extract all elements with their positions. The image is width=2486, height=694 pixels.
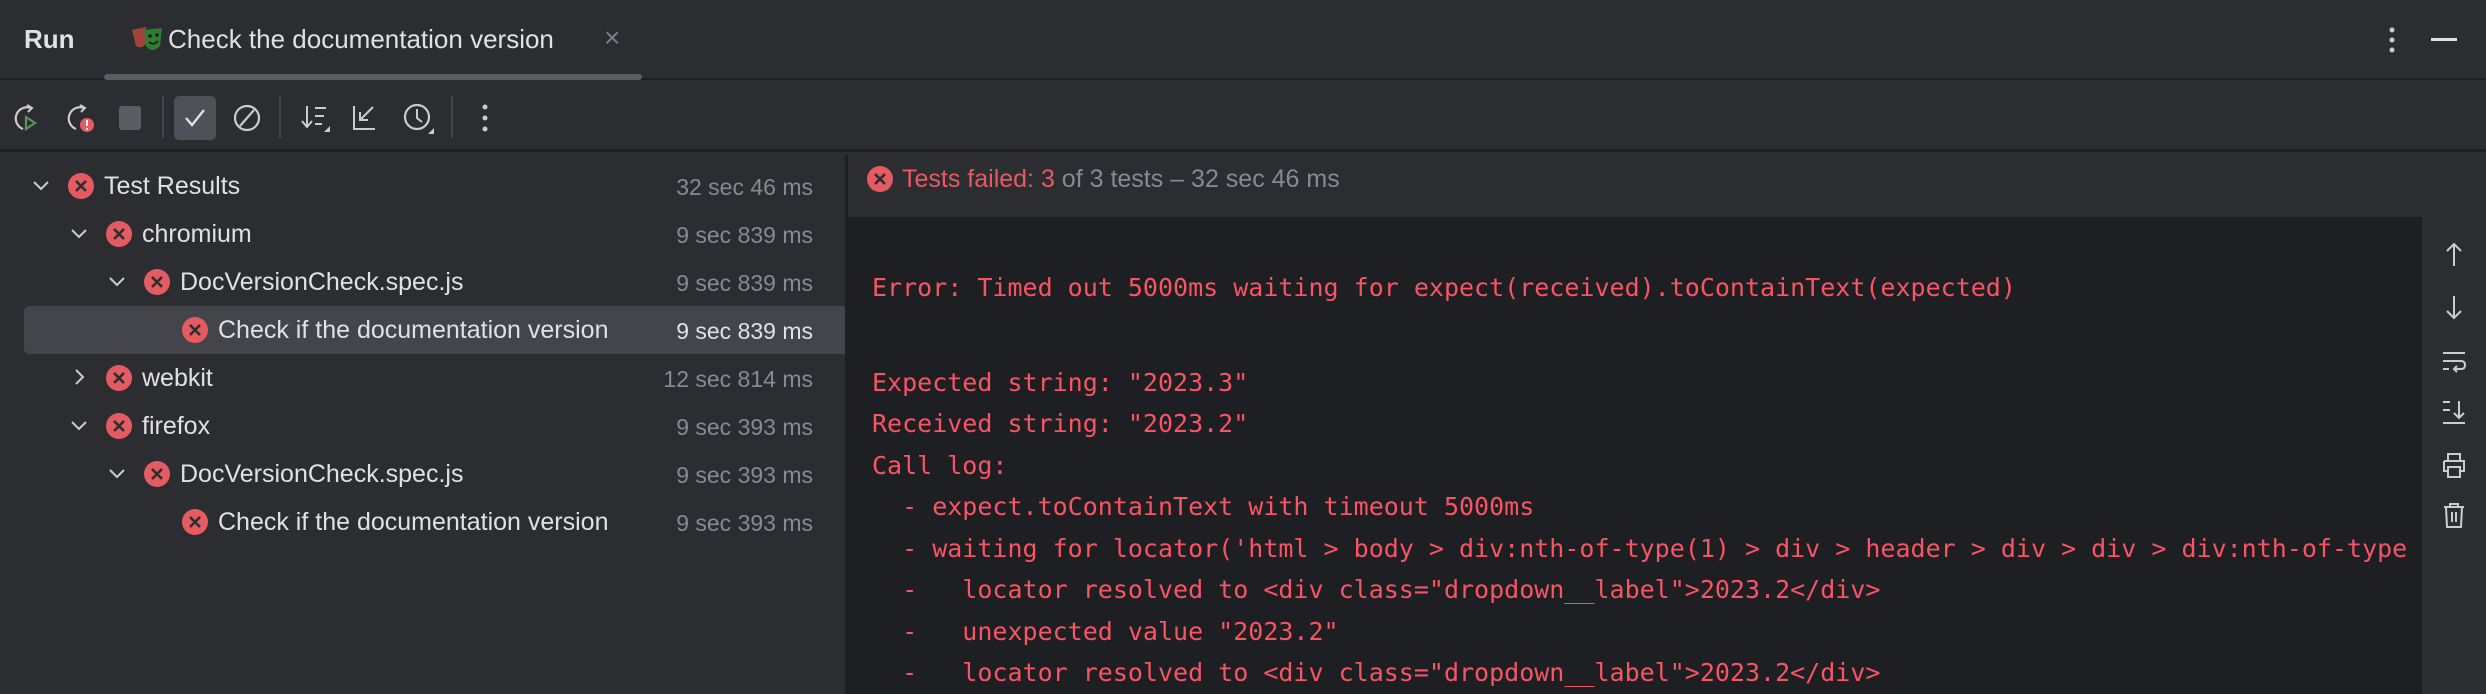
tree-node[interactable]: Check if the documentation version 9 sec … xyxy=(24,498,845,546)
test-status-bar: Tests failed: 3 of 3 tests – 32 sec 46 m… xyxy=(848,155,2486,217)
tree-node[interactable]: DocVersionCheck.spec.js 9 sec 839 ms xyxy=(24,258,845,306)
console-line: - unexpected value "2023.2" xyxy=(872,616,1339,646)
console-line: - waiting for locator('html > body > div… xyxy=(872,533,2408,563)
tree-node-duration: 32 sec 46 ms xyxy=(676,174,813,200)
tab-selected-indicator xyxy=(104,74,642,80)
tree-node-duration: 9 sec 839 ms xyxy=(676,270,813,296)
console-lines: Error: Timed out 5000ms waiting for expe… xyxy=(872,267,2407,694)
tree-node-label: Check if the documentation version xyxy=(218,316,609,344)
toolbar-separator xyxy=(279,96,281,138)
run-toolbar xyxy=(0,82,2486,152)
chevron-down-icon[interactable] xyxy=(68,414,90,436)
chevron-down-icon[interactable] xyxy=(68,222,90,244)
tree-node-duration: 9 sec 393 ms xyxy=(676,414,813,440)
console-actions xyxy=(2422,217,2486,694)
tool-window-title: Run xyxy=(24,24,75,54)
tree-node-label: webkit xyxy=(142,364,213,392)
tree-node[interactable]: firefox 9 sec 393 ms xyxy=(24,402,845,450)
test-failed-icon xyxy=(182,317,208,343)
tree-node[interactable]: DocVersionCheck.spec.js 9 sec 393 ms xyxy=(24,450,845,498)
console-line: - locator resolved to <div class="dropdo… xyxy=(872,575,1881,604)
tab-title: Check the documentation version xyxy=(168,24,554,54)
tree-node[interactable]: webkit 12 sec 814 ms xyxy=(24,354,845,402)
tree-node-label: Check if the documentation version xyxy=(218,508,609,536)
test-failed-icon xyxy=(68,173,94,199)
close-icon[interactable]: × xyxy=(604,22,620,54)
tree-node-label: chromium xyxy=(142,220,252,248)
toolbar-separator xyxy=(451,96,453,138)
tree-node-duration: 9 sec 839 ms xyxy=(676,222,813,248)
console-line: Error: Timed out 5000ms waiting for expe… xyxy=(872,273,2016,302)
tree-node[interactable]: Check if the documentation version 9 sec … xyxy=(24,306,845,354)
tree-node-duration: 9 sec 839 ms xyxy=(676,318,813,344)
tree-node-duration: 12 sec 814 ms xyxy=(663,366,813,392)
error-icon xyxy=(867,166,893,192)
console-line: Expected string: "2023.3" xyxy=(872,367,1249,397)
chevron-down-icon[interactable] xyxy=(30,174,52,196)
show-passed-toggle[interactable] xyxy=(174,96,216,140)
rerun-failed-icon[interactable] xyxy=(61,99,99,137)
tree-node-label: Test Results xyxy=(104,172,241,200)
chevron-down-icon[interactable] xyxy=(106,270,128,292)
status-failed-count: Tests failed: 3 xyxy=(902,165,1055,193)
trash-icon[interactable] xyxy=(2440,501,2468,529)
test-failed-icon xyxy=(144,269,170,295)
tab-check-documentation-version[interactable]: Check the documentation version × xyxy=(104,0,642,80)
chevron-right-icon[interactable] xyxy=(68,366,90,388)
console-line: - locator resolved to <div class="dropdo… xyxy=(872,658,1881,687)
more-icon[interactable] xyxy=(466,99,504,137)
tree-node[interactable]: chromium 9 sec 839 ms xyxy=(24,210,845,258)
soft-wrap-icon[interactable] xyxy=(2440,348,2468,376)
minimize-icon[interactable] xyxy=(2431,38,2457,41)
test-failed-icon xyxy=(106,413,132,439)
console-line: Received string: "2023.2" xyxy=(872,409,1249,438)
print-icon[interactable] xyxy=(2440,451,2468,479)
tree-node-label: DocVersionCheck.spec.js xyxy=(180,460,464,488)
scroll-to-end-icon[interactable] xyxy=(2440,398,2468,426)
show-ignored-icon[interactable] xyxy=(228,99,266,137)
tree-node[interactable]: Test Results 32 sec 46 ms xyxy=(24,162,845,210)
console-line: - expect.toContainText with timeout 5000… xyxy=(872,492,1535,521)
stop-icon xyxy=(111,99,149,137)
status-text: Tests failed: 3 of 3 tests – 32 sec 46 m… xyxy=(902,165,1340,194)
check-icon xyxy=(185,109,205,127)
tool-window-header: Run Check the documentation version × xyxy=(0,0,2486,80)
tree-node-label: firefox xyxy=(142,412,211,440)
history-icon[interactable] xyxy=(399,99,437,137)
console-output[interactable]: Error: Timed out 5000ms waiting for expe… xyxy=(848,217,2422,694)
chevron-down-icon[interactable] xyxy=(106,462,128,484)
playwright-icon xyxy=(132,27,162,50)
test-failed-icon xyxy=(106,365,132,391)
status-summary: of 3 tests – 32 sec 46 ms xyxy=(1054,165,1340,193)
more-vertical-icon[interactable] xyxy=(2386,26,2398,56)
collapse-icon[interactable] xyxy=(346,99,384,137)
test-results-tree: Test Results 32 sec 46 ms chromium 9 sec 83… xyxy=(0,155,845,694)
arrow-down-icon[interactable] xyxy=(2440,293,2468,321)
console-line: Call log: xyxy=(872,450,1008,480)
test-failed-icon xyxy=(106,221,132,247)
test-failed-icon xyxy=(182,509,208,535)
arrow-up-icon[interactable] xyxy=(2440,241,2468,269)
tree-node-label: DocVersionCheck.spec.js xyxy=(180,268,464,296)
tree-node-duration: 9 sec 393 ms xyxy=(676,462,813,488)
test-failed-icon xyxy=(144,461,170,487)
toolbar-separator xyxy=(162,96,164,138)
sort-icon[interactable] xyxy=(297,99,335,137)
tree-node-duration: 9 sec 393 ms xyxy=(676,510,813,536)
rerun-icon[interactable] xyxy=(8,99,46,137)
